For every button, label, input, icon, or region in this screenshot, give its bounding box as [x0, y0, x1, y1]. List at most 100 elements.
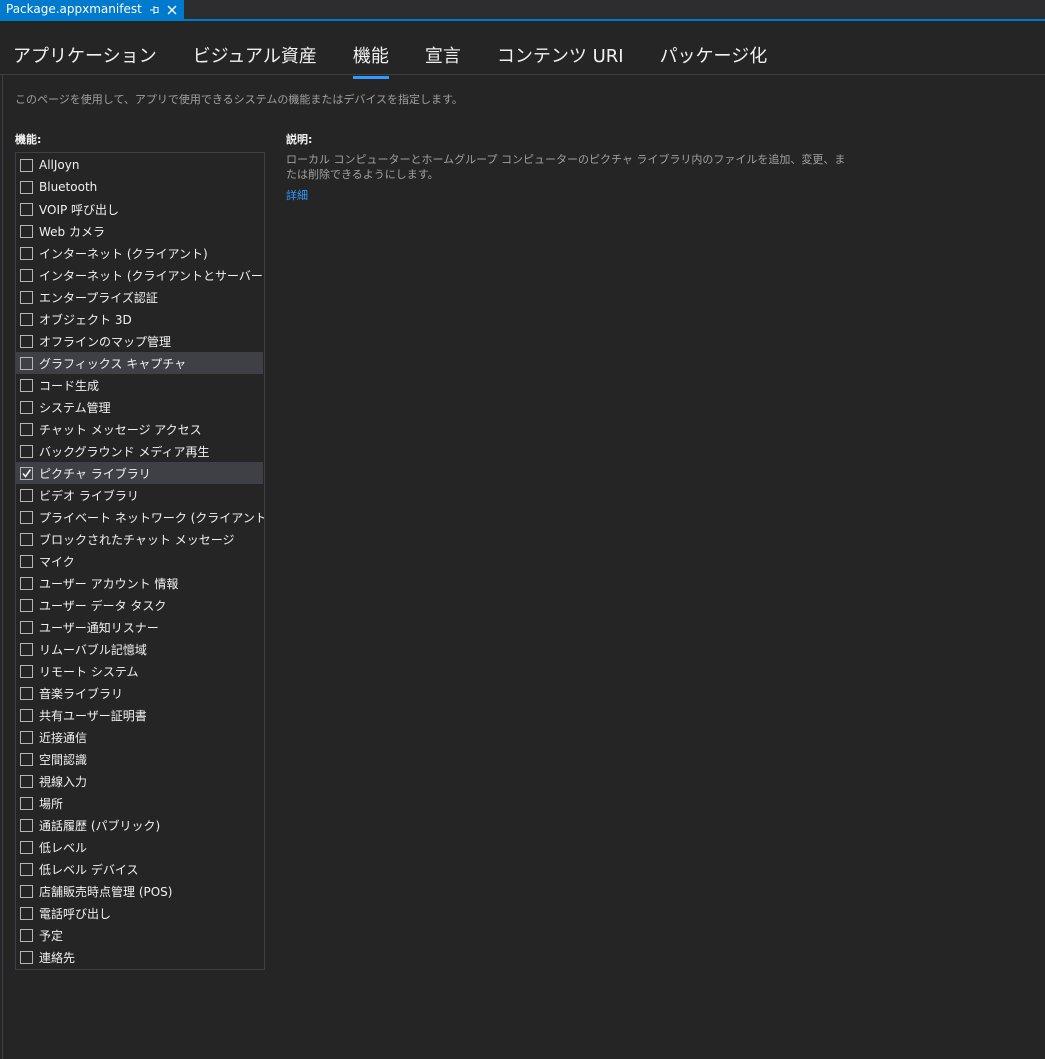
capability-checkbox[interactable] — [20, 510, 33, 524]
capability-item[interactable]: 近接通信 — [16, 726, 263, 748]
capability-checkbox[interactable] — [20, 730, 33, 744]
capability-item[interactable]: 場所 — [16, 792, 263, 814]
capability-item[interactable]: AllJoyn — [16, 154, 263, 176]
tab-0[interactable]: アプリケーション — [13, 45, 157, 75]
capability-item[interactable]: 共有ユーザー証明書 — [16, 704, 263, 726]
capability-checkbox[interactable] — [20, 928, 33, 942]
capability-checkbox[interactable] — [20, 334, 33, 348]
capability-checkbox[interactable] — [20, 840, 33, 854]
capability-item[interactable]: インターネット (クライアントとサーバー) — [16, 264, 264, 286]
capability-label: 低レベル — [39, 840, 88, 855]
capability-item[interactable]: 予定 — [16, 924, 263, 946]
capability-checkbox[interactable] — [20, 532, 33, 546]
capability-item[interactable]: 通話履歴 (パブリック) — [16, 814, 263, 836]
capability-item[interactable]: オブジェクト 3D — [16, 308, 263, 330]
capability-checkbox[interactable] — [20, 906, 33, 920]
capability-item[interactable]: リモート システム — [16, 660, 263, 682]
capability-checkbox[interactable] — [20, 246, 33, 260]
capability-item[interactable]: ピクチャ ライブラリ — [16, 462, 263, 484]
page-description: このページを使用して、アプリで使用できるシステムの機能またはデバイスを指定します… — [15, 93, 463, 106]
pin-icon[interactable] — [148, 4, 160, 16]
capability-item[interactable]: VOIP 呼び出し — [16, 198, 263, 220]
capability-checkbox[interactable] — [20, 180, 33, 194]
capability-item[interactable]: リムーバブル記憶域 — [16, 638, 263, 660]
capability-checkbox[interactable] — [20, 268, 33, 282]
checkmark-icon[interactable] — [20, 466, 33, 480]
capability-checkbox[interactable] — [20, 708, 33, 722]
capability-item[interactable]: 連絡先 — [16, 946, 263, 968]
capability-checkbox[interactable] — [20, 422, 33, 436]
capability-item[interactable]: 低レベル デバイス — [16, 858, 263, 880]
capability-item[interactable]: Web カメラ — [16, 220, 263, 242]
capability-checkbox[interactable] — [20, 290, 33, 304]
capability-item[interactable]: バックグラウンド メディア再生 — [16, 440, 263, 462]
capability-checkbox[interactable] — [20, 224, 33, 238]
capability-item[interactable]: インターネット (クライアント) — [16, 242, 263, 264]
capability-checkbox[interactable] — [20, 642, 33, 656]
capability-item[interactable]: コード生成 — [16, 374, 263, 396]
more-info-link[interactable]: 詳細 — [286, 187, 308, 203]
capability-item[interactable]: ビデオ ライブラリ — [16, 484, 263, 506]
capability-checkbox[interactable] — [20, 598, 33, 612]
capability-checkbox[interactable] — [20, 444, 33, 458]
capability-checkbox[interactable] — [20, 774, 33, 788]
capability-label: Web カメラ — [39, 224, 105, 239]
capability-checkbox[interactable] — [20, 378, 33, 392]
capability-checkbox[interactable] — [20, 554, 33, 568]
capability-checkbox[interactable] — [20, 356, 33, 370]
capability-checkbox[interactable] — [20, 158, 33, 172]
tab-5[interactable]: パッケージ化 — [660, 45, 768, 75]
document-tab-title[interactable]: Package.appxmanifest — [6, 0, 142, 19]
capability-item[interactable]: 低レベル — [16, 836, 263, 858]
capability-label: 予定 — [39, 928, 64, 943]
tab-1[interactable]: ビジュアル資産 — [193, 45, 317, 75]
capability-label: インターネット (クライアント) — [39, 246, 208, 261]
document-tab[interactable]: Package.appxmanifest — [0, 0, 184, 19]
capability-item[interactable]: ユーザー通知リスナー — [16, 616, 263, 638]
capability-item[interactable]: ユーザー アカウント 情報 — [16, 572, 263, 594]
capability-item[interactable]: システム管理 — [16, 396, 263, 418]
capability-checkbox[interactable] — [20, 576, 33, 590]
capability-item[interactable]: オフラインのマップ管理 — [16, 330, 263, 352]
capability-checkbox[interactable] — [20, 796, 33, 810]
capability-checkbox[interactable] — [20, 202, 33, 216]
capability-label: 連絡先 — [39, 950, 76, 965]
capability-item[interactable]: プライベート ネットワーク (クライアントとサーバー) — [16, 506, 264, 528]
capability-checkbox[interactable] — [20, 752, 33, 766]
capability-item[interactable]: 店舗販売時点管理 (POS) — [16, 880, 263, 902]
capability-checkbox[interactable] — [20, 488, 33, 502]
capability-checkbox[interactable] — [20, 400, 33, 414]
capability-checkbox[interactable] — [20, 818, 33, 832]
capability-checkbox[interactable] — [20, 312, 33, 326]
capability-checkbox[interactable] — [20, 862, 33, 876]
capability-item[interactable]: グラフィックス キャプチャ — [16, 352, 263, 374]
capability-item[interactable]: エンタープライズ認証 — [16, 286, 263, 308]
capability-label: ビデオ ライブラリ — [39, 488, 139, 503]
capability-label: 場所 — [39, 796, 64, 811]
capability-item[interactable]: 音楽ライブラリ — [16, 682, 263, 704]
capability-label: 視線入力 — [39, 774, 88, 789]
capability-label: システム管理 — [39, 400, 111, 415]
capability-label: チャット メッセージ アクセス — [39, 422, 202, 437]
capability-checkbox[interactable] — [20, 884, 33, 898]
close-icon[interactable] — [166, 4, 178, 16]
capabilities-list[interactable]: AllJoyn Bluetooth VOIP 呼び出し Web カメラインターネット … — [15, 152, 265, 970]
capability-checkbox[interactable] — [20, 620, 33, 634]
capability-label: エンタープライズ認証 — [39, 290, 158, 305]
capability-item[interactable]: ブロックされたチャット メッセージ — [16, 528, 263, 550]
tab-2[interactable]: 機能 — [352, 45, 389, 79]
tab-4[interactable]: コンテンツ URI — [497, 45, 624, 75]
capability-item[interactable]: Bluetooth — [16, 176, 263, 198]
capability-item[interactable]: 空間認識 — [16, 748, 263, 770]
capability-checkbox[interactable] — [20, 686, 33, 700]
capability-label: 音楽ライブラリ — [39, 686, 124, 701]
tab-3[interactable]: 宣言 — [425, 45, 461, 75]
capability-item[interactable]: マイク — [16, 550, 263, 572]
capability-checkbox[interactable] — [20, 664, 33, 678]
description-title: 説明: — [286, 133, 313, 146]
capability-item[interactable]: 電話呼び出し — [16, 902, 263, 924]
capability-item[interactable]: 視線入力 — [16, 770, 263, 792]
capability-checkbox[interactable] — [20, 950, 33, 964]
capability-item[interactable]: チャット メッセージ アクセス — [16, 418, 263, 440]
capability-item[interactable]: ユーザー データ タスク — [16, 594, 263, 616]
